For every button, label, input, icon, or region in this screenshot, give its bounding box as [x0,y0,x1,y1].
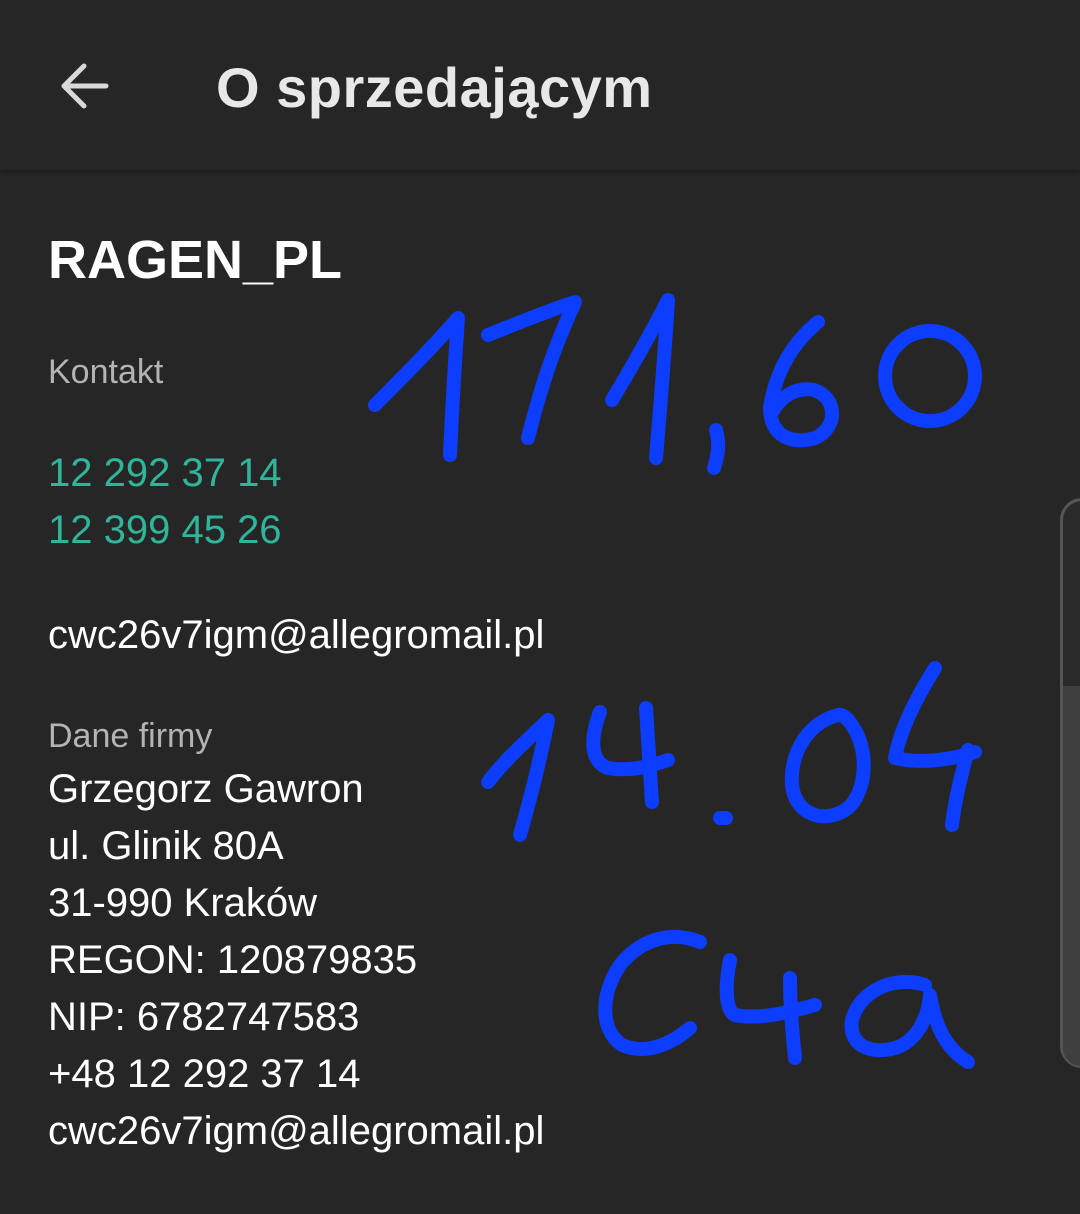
company-section-label: Dane firmy [48,717,213,755]
seller-name: RAGEN_PL [48,230,343,290]
scrollbar-thumb[interactable] [1063,686,1080,1066]
phone-link-2[interactable]: 12 399 45 26 [48,505,282,555]
company-phone[interactable]: +48 12 292 37 14 [48,1049,361,1099]
company-nip: NIP: 6782747583 [48,995,360,1039]
company-regon: REGON: 120879835 [48,938,418,982]
phone-link-1[interactable]: 12 292 37 14 [48,448,282,498]
company-owner-name: Grzegorz Gawron [48,767,364,811]
seller-info-panel: RAGEN_PL Kontakt 12 292 37 14 12 399 45 … [0,170,1080,1214]
company-city: 31-990 Kraków [48,881,318,925]
app-bar: O sprzedającym [0,0,1080,170]
back-button[interactable] [44,46,124,126]
company-street: ul. Glinik 80A [48,824,284,868]
email-link[interactable]: cwc26v7igm@allegromail.pl [48,610,544,660]
company-email[interactable]: cwc26v7igm@allegromail.pl [48,1106,544,1156]
arrow-left-icon [61,63,109,109]
page-title: O sprzedającym [216,56,653,119]
contact-section-label: Kontakt [48,353,164,391]
scrollbar[interactable] [1060,498,1080,1068]
